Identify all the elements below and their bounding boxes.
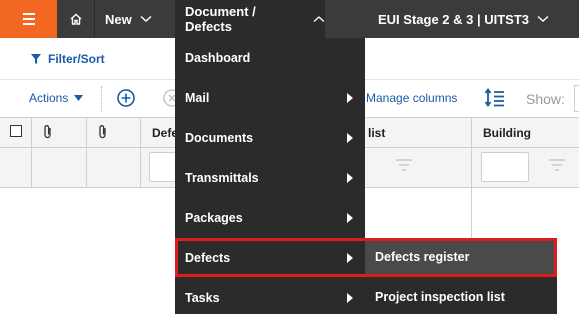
- module-menu-button[interactable]: Document / Defects: [175, 0, 325, 38]
- module-menu-label: Document / Defects: [185, 4, 256, 34]
- column-header-list[interactable]: list: [368, 126, 385, 140]
- paperclip-icon: [44, 125, 51, 139]
- defects-submenu: Defects register Project inspection list: [365, 238, 557, 314]
- submenu-arrow-icon: [347, 293, 353, 303]
- chevron-up-icon: [313, 16, 325, 22]
- plus-circle-icon: [117, 89, 135, 107]
- top-navigation-bar: New Document / Defects EUI Stage 2 & 3 |…: [0, 0, 579, 38]
- sort-order-button[interactable]: [484, 87, 506, 114]
- submenu-arrow-icon: [347, 173, 353, 183]
- actions-dropdown[interactable]: Actions: [29, 91, 84, 105]
- filter-sort-label: Filter/Sort: [48, 52, 105, 66]
- column-header-building[interactable]: Building: [483, 126, 531, 140]
- chevron-down-icon: [537, 15, 549, 22]
- menu-item-defects[interactable]: Defects: [175, 238, 365, 278]
- submenu-item-defects-register[interactable]: Defects register: [365, 238, 557, 276]
- submenu-arrow-icon: [347, 93, 353, 103]
- paperclip-icon: [99, 125, 106, 139]
- filter-lines-icon[interactable]: [548, 158, 566, 172]
- menu-item-packages[interactable]: Packages: [175, 198, 365, 238]
- caret-down-icon: [74, 95, 84, 101]
- column-divider: [86, 118, 87, 188]
- new-menu-label: New: [105, 11, 132, 27]
- menu-item-label: Packages: [185, 211, 243, 225]
- select-all-checkbox[interactable]: [10, 125, 22, 137]
- menu-item-label: Defects: [185, 251, 231, 265]
- funnel-icon: [31, 54, 41, 64]
- menu-item-documents[interactable]: Documents: [175, 118, 365, 158]
- new-menu-button[interactable]: New: [96, 0, 166, 38]
- chevron-down-icon: [140, 15, 152, 22]
- hamburger-icon: [22, 12, 35, 27]
- home-button[interactable]: [57, 0, 95, 38]
- filter-lines-icon[interactable]: [395, 158, 413, 172]
- actions-label: Actions: [29, 91, 69, 105]
- submenu-item-label: Project inspection list: [375, 290, 505, 304]
- sort-order-icon: [484, 87, 504, 108]
- show-label: Show:: [526, 91, 565, 107]
- submenu-arrow-icon: [347, 133, 353, 143]
- column-divider: [140, 118, 141, 188]
- menu-item-label: Tasks: [185, 291, 220, 305]
- menu-item-dashboard[interactable]: Dashboard: [175, 38, 365, 78]
- submenu-item-label: Defects register: [375, 250, 470, 264]
- menu-item-tasks[interactable]: Tasks: [175, 278, 365, 314]
- submenu-item-project-inspection-list[interactable]: Project inspection list: [365, 278, 557, 314]
- toolbar-divider: [101, 86, 102, 112]
- column-divider: [31, 118, 32, 188]
- home-icon: [70, 13, 81, 25]
- menu-item-label: Dashboard: [185, 51, 251, 65]
- main-menu-button[interactable]: [0, 0, 57, 38]
- filter-sort-button[interactable]: Filter/Sort: [30, 52, 105, 66]
- column-filter-input[interactable]: [481, 152, 529, 182]
- menu-item-transmittals[interactable]: Transmittals: [175, 158, 365, 198]
- page-size-select[interactable]: [574, 85, 579, 112]
- project-label: EUI Stage 2 & 3 | UITST3: [378, 11, 530, 27]
- menu-item-mail[interactable]: Mail: [175, 78, 365, 118]
- project-selector[interactable]: EUI Stage 2 & 3 | UITST3: [364, 0, 564, 38]
- add-button[interactable]: [116, 88, 136, 113]
- manage-columns-link[interactable]: Manage columns: [366, 91, 457, 105]
- submenu-arrow-icon: [347, 253, 353, 263]
- page: New Document / Defects EUI Stage 2 & 3 |…: [0, 0, 579, 314]
- menu-item-label: Documents: [185, 131, 254, 145]
- submenu-arrow-icon: [347, 213, 353, 223]
- menu-item-label: Mail: [185, 91, 210, 105]
- menu-item-label: Transmittals: [185, 171, 259, 185]
- module-dropdown-menu: Dashboard Mail Documents Transmittals Pa…: [175, 38, 365, 314]
